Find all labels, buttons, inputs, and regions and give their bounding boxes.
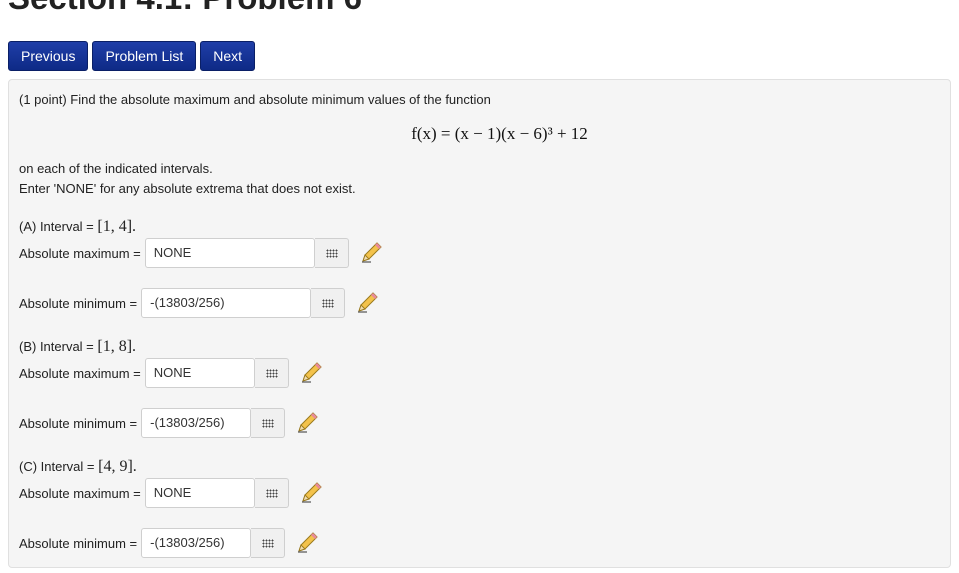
page-title: Section 4.1: Problem 6 (8, 0, 362, 17)
part-c-max-label: Absolute maximum = (19, 485, 141, 501)
equation-palette-icon (265, 369, 278, 378)
equation-palette-icon (265, 489, 278, 498)
part-b-min-row: Absolute minimum = -(13803/256) (19, 408, 319, 438)
part-b-min-input[interactable]: -(13803/256) (141, 408, 252, 438)
part-c-interval: (C) Interval = [4, 9]. (19, 458, 137, 475)
part-a-label: (A) Interval = (19, 219, 98, 234)
problem-box: (1 point) Find the absolute maximum and … (8, 79, 951, 568)
equation-palette-icon (262, 419, 275, 428)
problem-line-3: Enter 'NONE' for any absolute extrema th… (19, 181, 356, 196)
part-b-max-label: Absolute maximum = (19, 365, 141, 381)
function-formula: f(x) = (x − 1)(x − 6)³ + 12 (411, 124, 588, 143)
pencil-icon[interactable] (355, 291, 379, 315)
part-b-max-input[interactable]: NONE (144, 358, 255, 388)
previous-button[interactable]: Previous (8, 41, 89, 71)
pencil-icon[interactable] (359, 241, 383, 265)
problem-intro: (1 point) Find the absolute maximum and … (19, 92, 491, 107)
part-b-min-palette[interactable] (251, 408, 286, 438)
problem-line-2: on each of the indicated intervals. (19, 161, 213, 176)
part-b-interval-value: [1, 8] (97, 338, 133, 355)
part-a-max-row: Absolute maximum = NONE (19, 238, 383, 268)
part-b-interval: (B) Interval = [1, 8]. (19, 338, 137, 355)
part-a-interval-value: [1, 4] (97, 218, 133, 235)
part-a-min-row: Absolute minimum = -(13803/256) (19, 288, 379, 318)
part-c-interval-value: [4, 9] (98, 458, 133, 475)
problem-list-button[interactable]: Problem List (92, 41, 197, 71)
part-a-max-label: Absolute maximum = (19, 245, 141, 261)
part-b-min-label: Absolute minimum = (19, 415, 138, 431)
part-c-min-row: Absolute minimum = -(13803/256) (19, 528, 319, 558)
equation-palette-icon (325, 249, 338, 258)
equation-palette-icon (262, 539, 275, 548)
pencil-icon[interactable] (299, 361, 323, 385)
part-a-max-palette[interactable] (314, 238, 349, 268)
part-c-min-input[interactable]: -(13803/256) (141, 528, 252, 558)
equation-palette-icon (322, 299, 335, 308)
part-b-max-palette[interactable] (254, 358, 289, 388)
part-c-label: (C) Interval = (19, 459, 99, 474)
part-c-max-input[interactable]: NONE (144, 478, 255, 508)
part-a-interval: (A) Interval = [1, 4]. (19, 218, 137, 235)
problem-nav: Previous Problem List Next (8, 41, 256, 71)
part-c-max-row: Absolute maximum = NONE (19, 478, 323, 508)
part-c-min-palette[interactable] (251, 528, 286, 558)
part-a-min-label: Absolute minimum = (19, 295, 138, 311)
part-a-min-input[interactable]: -(13803/256) (141, 288, 312, 318)
next-button[interactable]: Next (200, 41, 256, 71)
part-b-max-row: Absolute maximum = NONE (19, 358, 323, 388)
part-a-min-palette[interactable] (311, 288, 346, 318)
pencil-icon[interactable] (299, 481, 323, 505)
pencil-icon[interactable] (295, 411, 319, 435)
part-c-max-palette[interactable] (254, 478, 289, 508)
part-c-min-label: Absolute minimum = (19, 535, 138, 551)
part-b-label: (B) Interval = (19, 339, 98, 354)
part-a-max-input[interactable]: NONE (144, 238, 315, 268)
pencil-icon[interactable] (295, 531, 319, 555)
